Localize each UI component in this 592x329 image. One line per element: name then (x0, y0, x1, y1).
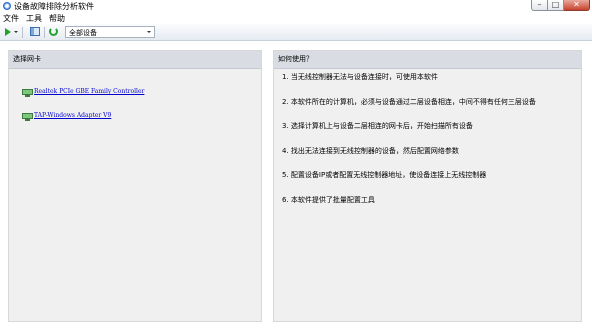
maximize-button[interactable]: □ (548, 0, 564, 11)
help-steps-list: 1. 当无线控制器无法与设备连接时，可使用本软件 2. 本软件所在的计算机，必须… (282, 73, 536, 220)
maximize-icon: □ (551, 0, 560, 9)
window-title: 设备故障排除分析软件 (14, 2, 94, 11)
minimize-icon: – (537, 0, 542, 9)
adapter-item[interactable]: Realtek PCIe GBE Family Controller (22, 87, 144, 97)
help-step: 1. 当无线控制器无法与设备连接时，可使用本软件 (282, 73, 438, 81)
minimize-button[interactable]: – (531, 0, 548, 11)
menu-bar: 文件 工具 帮助 (0, 13, 592, 24)
help-step: 6. 本软件提供了批量配置工具 (282, 195, 375, 204)
help-panel: 如何使用？ 1. 当无线控制器无法与设备连接时，可使用本软件 2. 本软件所在的… (273, 50, 582, 322)
help-step: 4. 找出无法连接到无线控制器的设备，然后配置网络参数 (282, 146, 459, 155)
close-icon: ✕ (573, 0, 580, 9)
network-adapter-icon (22, 88, 33, 97)
adapter-link[interactable]: Realtek PCIe GBE Family Controller (34, 88, 144, 95)
network-adapter-icon (22, 112, 33, 121)
device-filter-select[interactable]: 全部设备 (65, 26, 155, 38)
window-controls: – □ ✕ (531, 0, 590, 12)
help-step: 3. 选择计算机上与设备二层相连的网卡后，开始扫描所有设备 (282, 122, 473, 130)
adapter-link[interactable]: TAP-Windows Adapter V9 (34, 112, 111, 119)
menu-tools[interactable]: 工具 (23, 13, 46, 24)
play-dropdown-chevron-down-icon[interactable] (14, 31, 18, 33)
toolbar-divider (22, 27, 23, 38)
menu-help[interactable]: 帮助 (46, 13, 69, 24)
adapter-item[interactable]: TAP-Windows Adapter V9 (22, 111, 111, 121)
play-icon[interactable] (5, 28, 11, 36)
menu-file[interactable]: 文件 (0, 13, 23, 24)
device-filter-value: 全部设备 (69, 29, 97, 37)
adapter-panel-header: 选择网卡 (9, 51, 261, 69)
refresh-icon[interactable] (49, 27, 58, 36)
adapter-panel: 选择网卡 Realtek PCIe GBE Family Controller … (8, 50, 262, 322)
toolbar-divider (44, 27, 45, 38)
help-panel-header: 如何使用？ (274, 51, 581, 69)
window-icon[interactable] (30, 27, 40, 36)
help-step: 5. 配置设备IP或者配置无线控制器地址，使设备连接上无线控制器 (282, 171, 487, 179)
chevron-down-icon (147, 31, 151, 33)
title-bar: 设备故障排除分析软件 – □ ✕ (0, 0, 592, 13)
close-button[interactable]: ✕ (564, 0, 590, 11)
toolbar: 全部设备 (0, 24, 592, 41)
app-icon (3, 2, 11, 10)
help-step: 2. 本软件所在的计算机，必须与设备通过二层设备相连，中间不得有任何三层设备 (282, 97, 536, 106)
